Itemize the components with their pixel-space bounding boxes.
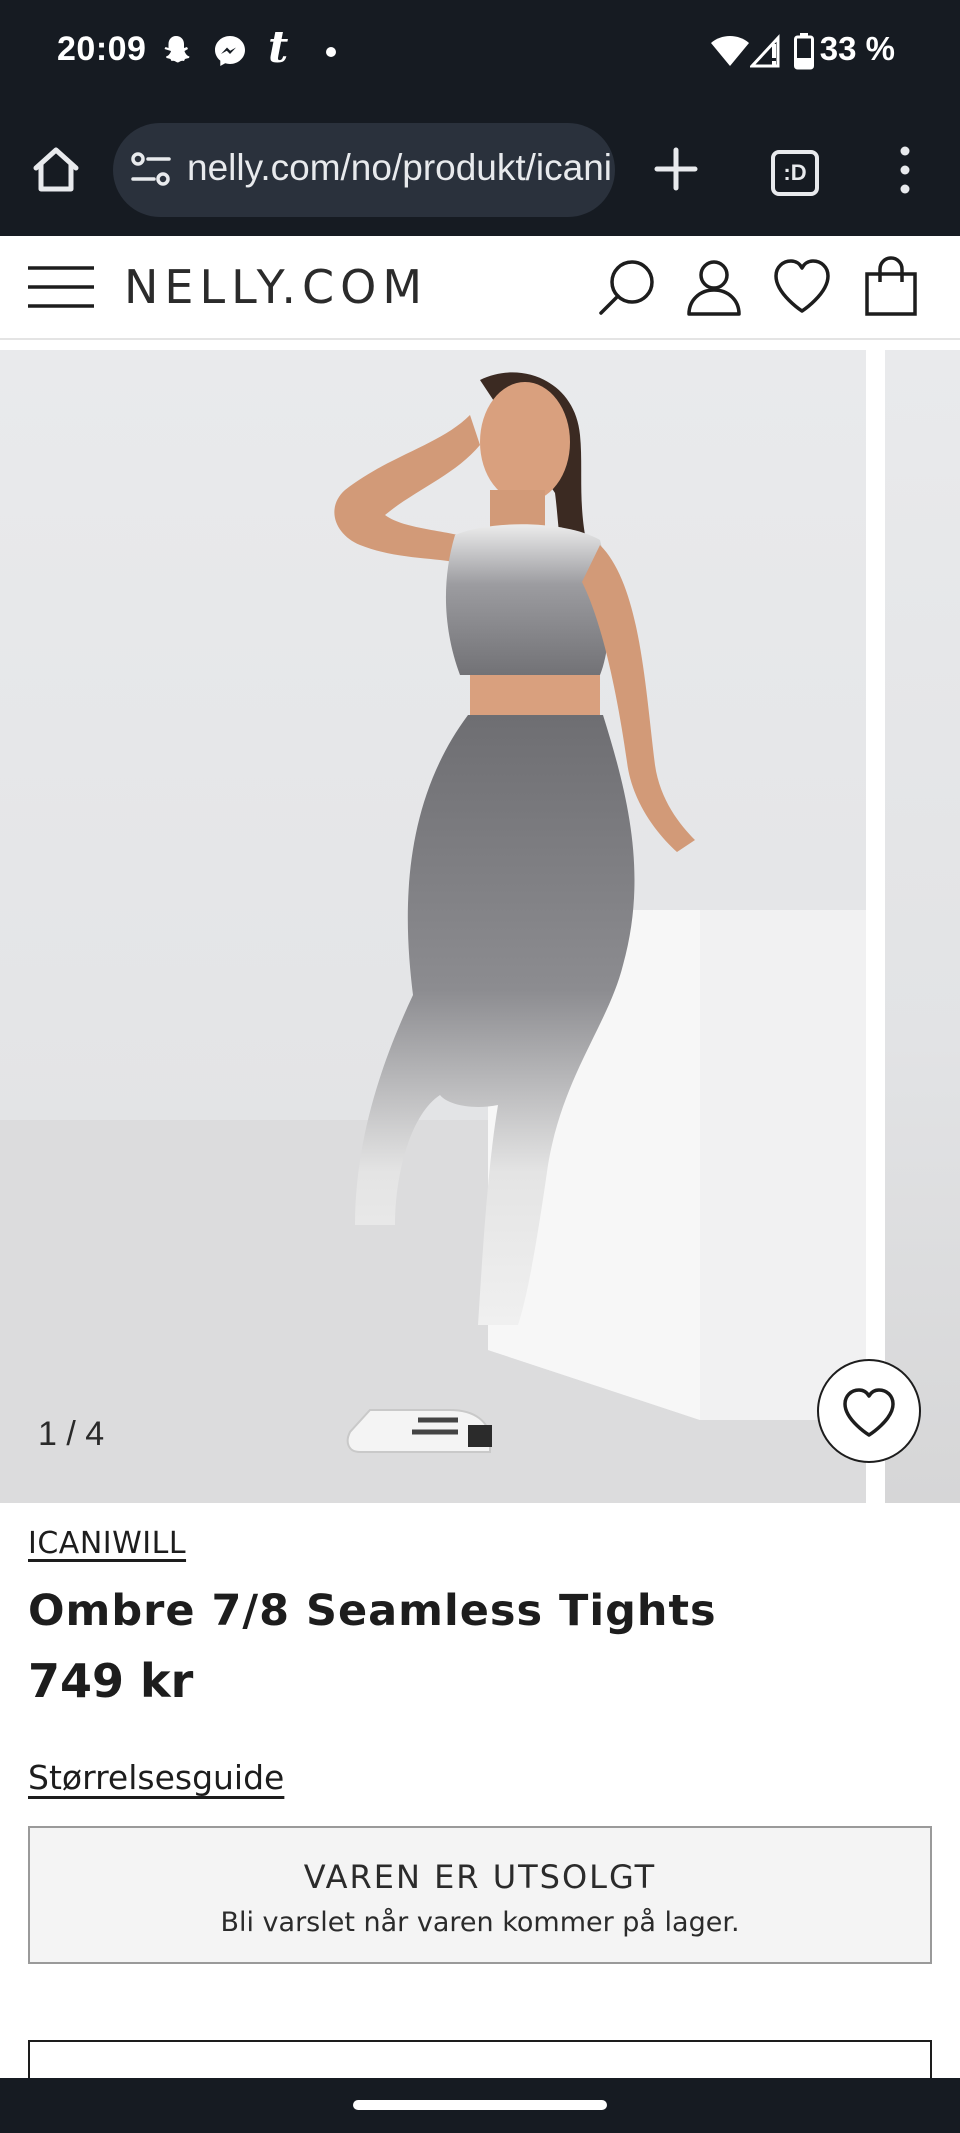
product-image[interactable] (0, 350, 866, 1503)
battery-icon (794, 33, 814, 70)
next-image-peek[interactable] (885, 350, 960, 1503)
status-bar: 20:09 t 33 % (0, 0, 960, 104)
sold-out-notify-button[interactable]: VAREN ER UTSOLGT Bli varslet når varen k… (28, 1826, 932, 1964)
more-menu-icon[interactable] (890, 144, 920, 196)
product-price: 749 kr (28, 1654, 194, 1708)
product-gallery[interactable]: 1 / 4 (0, 350, 960, 1503)
snapchat-icon (164, 36, 190, 63)
search-icon[interactable] (596, 256, 658, 318)
gallery-pager: 1 / 4 (38, 1415, 105, 1453)
messenger-icon (215, 36, 245, 66)
site-header: NELLY.COM (0, 236, 960, 340)
wishlist-icon[interactable] (771, 256, 833, 318)
wifi-icon (711, 36, 749, 66)
tab-switcher-button[interactable]: :D (771, 150, 819, 196)
site-logo[interactable]: NELLY.COM (124, 260, 428, 314)
size-guide-link[interactable]: Størrelsesguide (28, 1758, 284, 1797)
home-gesture-handle[interactable] (353, 2100, 607, 2110)
product-title: Ombre 7/8 Seamless Tights (28, 1586, 717, 1636)
tumblr-icon: t (268, 22, 289, 73)
address-bar[interactable]: nelly.com/no/produkt/icaniwill (113, 123, 615, 217)
model-photo (0, 372, 866, 1503)
home-icon[interactable] (30, 144, 82, 196)
new-tab-icon[interactable] (651, 144, 701, 194)
url-text[interactable]: nelly.com/no/produkt/icaniwill (187, 147, 611, 193)
system-nav-bar (0, 2078, 960, 2133)
bag-icon[interactable] (860, 256, 922, 318)
sold-out-title: VAREN ER UTSOLGT (303, 1858, 657, 1896)
menu-icon[interactable] (28, 264, 94, 310)
notify-me-text: Bli varslet når varen kommer på lager. (220, 1907, 740, 1938)
brand-link[interactable]: ICANIWILL (28, 1526, 186, 1561)
account-icon[interactable] (683, 256, 745, 318)
browser-toolbar: nelly.com/no/produkt/icaniwill :D (0, 104, 960, 236)
signal-icon (750, 34, 780, 68)
status-time: 20:09 (57, 30, 147, 68)
heart-icon (843, 1388, 895, 1437)
battery-percent: 33 % (819, 30, 895, 67)
dot-icon (326, 47, 336, 57)
site-settings-icon[interactable] (131, 151, 171, 189)
add-to-wishlist-button[interactable] (817, 1359, 921, 1463)
